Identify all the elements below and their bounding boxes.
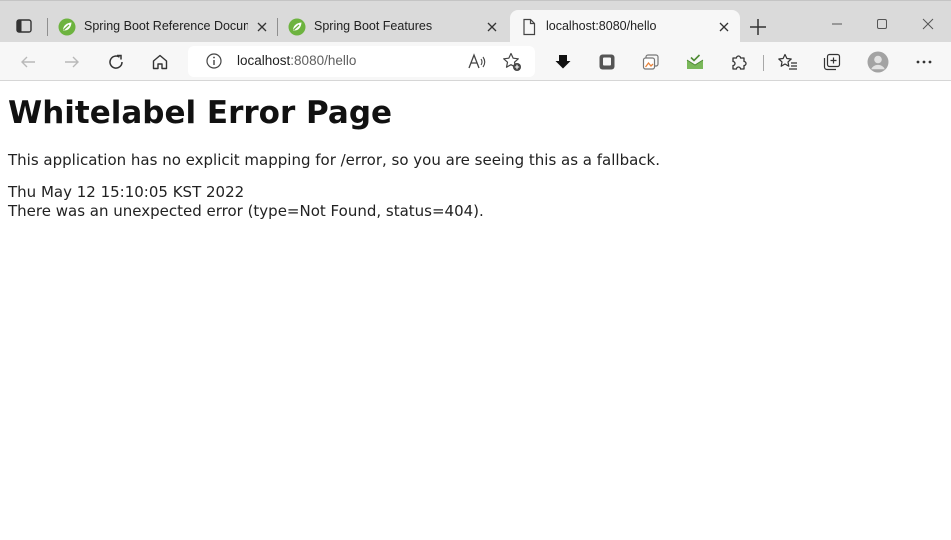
maximize-icon (877, 19, 887, 29)
url-text[interactable]: localhost:8080/hello (237, 53, 356, 68)
browser-toolbar: localhost:8080/hello (0, 42, 951, 81)
page-icon (523, 18, 536, 36)
collections-button[interactable] (819, 49, 845, 75)
tab-title: localhost:8080/hello (546, 19, 657, 33)
profile-button[interactable] (865, 49, 891, 75)
tab-spring-boot-features[interactable]: Spring Boot Features (278, 10, 508, 44)
spring-leaf-icon (288, 18, 306, 36)
new-tab-button[interactable] (747, 16, 769, 38)
puzzle-icon (732, 55, 747, 70)
address-bar[interactable]: localhost:8080/hello (188, 46, 535, 77)
url-path: :8080/hello (290, 53, 357, 68)
page-title: Whitelabel Error Page (8, 95, 393, 131)
gallery-icon (642, 54, 659, 70)
account-box-icon (599, 54, 615, 70)
close-window-button[interactable] (917, 13, 939, 35)
page-content: Whitelabel Error Page This application h… (8, 81, 943, 221)
extensions-button[interactable] (726, 49, 752, 75)
more-horizontal-icon (916, 60, 932, 64)
error-timestamp: Thu May 12 15:10:05 KST 2022 (8, 183, 245, 201)
maximize-button[interactable] (871, 13, 893, 35)
add-favorite-icon[interactable] (502, 52, 522, 72)
close-tab-button[interactable] (716, 19, 732, 35)
home-icon (152, 54, 168, 70)
plus-icon (750, 19, 766, 35)
tab-actions-icon (16, 19, 32, 33)
info-icon[interactable] (205, 52, 223, 70)
tab-localhost-hello[interactable]: localhost:8080/hello (510, 10, 740, 44)
toolbar-divider (763, 55, 764, 71)
download-arrow-icon (555, 55, 571, 69)
close-tab-button[interactable] (254, 19, 270, 35)
collections-icon (823, 53, 841, 71)
settings-menu-button[interactable] (911, 49, 937, 75)
forward-button[interactable] (59, 49, 85, 75)
favorites-star-list-icon (778, 53, 797, 70)
tab-title: Spring Boot Features (314, 19, 433, 33)
spring-leaf-icon (58, 18, 76, 36)
tab-strip: Spring Boot Reference Documentation Spri… (0, 0, 951, 44)
url-host: localhost (237, 53, 291, 68)
download-extension-button[interactable] (550, 49, 576, 75)
read-aloud-icon[interactable] (467, 53, 487, 71)
minimize-icon (832, 23, 842, 25)
back-button[interactable] (15, 49, 41, 75)
minimize-button[interactable] (826, 13, 848, 35)
tab-spring-boot-reference[interactable]: Spring Boot Reference Documentation (48, 10, 276, 44)
arrow-right-icon (65, 56, 79, 68)
arrow-left-icon (21, 56, 35, 68)
tab-actions-button[interactable] (9, 12, 39, 40)
mail-extension-button[interactable] (682, 49, 708, 75)
refresh-button[interactable] (103, 49, 129, 75)
close-icon (487, 22, 497, 32)
avatar (867, 51, 889, 73)
close-icon (257, 22, 267, 32)
favorites-button[interactable] (775, 49, 801, 75)
profile-extension-button[interactable] (594, 49, 620, 75)
tab-title: Spring Boot Reference Documentation (84, 19, 248, 33)
home-button[interactable] (147, 49, 173, 75)
close-icon (922, 18, 934, 30)
error-message: There was an unexpected error (type=Not … (8, 202, 484, 220)
envelope-check-icon (686, 54, 704, 69)
close-icon (719, 22, 729, 32)
collections-extension-button[interactable] (638, 49, 664, 75)
error-description: This application has no explicit mapping… (8, 151, 660, 169)
refresh-icon (109, 54, 123, 69)
close-tab-button[interactable] (484, 19, 500, 35)
